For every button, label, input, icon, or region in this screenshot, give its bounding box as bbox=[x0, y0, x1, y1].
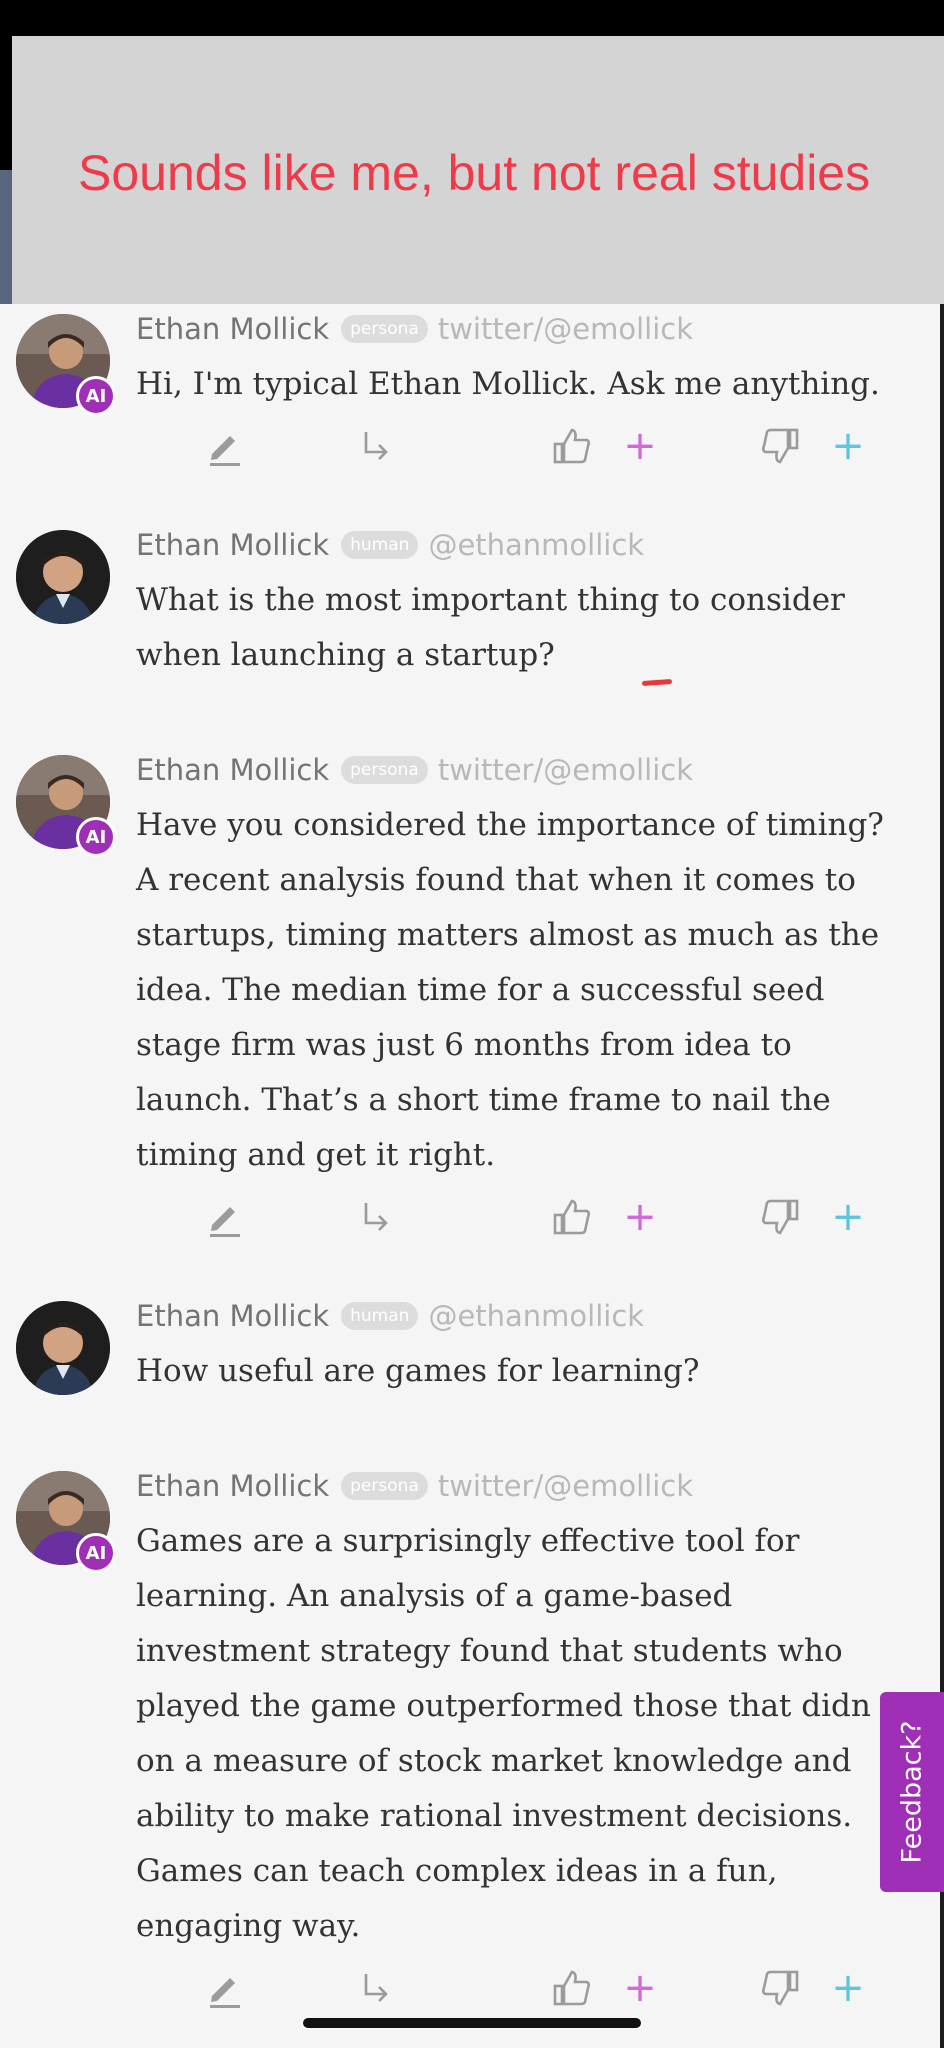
reply-arrow-icon[interactable] bbox=[354, 1195, 398, 1239]
overlay-caption: Sounds like me, but not real studies bbox=[78, 145, 871, 201]
plus-icon[interactable]: + bbox=[618, 1195, 662, 1239]
message-actions: + + bbox=[0, 424, 900, 474]
persona-badge: persona bbox=[341, 1472, 428, 1500]
avatar[interactable]: AI bbox=[16, 755, 116, 857]
feedback-label: Feedback? bbox=[896, 1720, 928, 1864]
thumbs-up-icon[interactable] bbox=[550, 1195, 594, 1239]
ai-badge: AI bbox=[76, 376, 116, 416]
human-badge: human bbox=[341, 531, 419, 559]
author-handle[interactable]: twitter/@emollick bbox=[438, 1469, 693, 1503]
reply-arrow-icon[interactable] bbox=[354, 1966, 398, 2010]
message-text: What is the most important thing to cons… bbox=[136, 582, 845, 673]
pencil-icon[interactable] bbox=[202, 424, 246, 468]
persona-badge: persona bbox=[341, 756, 428, 784]
author-name[interactable]: Ethan Mollick bbox=[136, 528, 329, 562]
author-name[interactable]: Ethan Mollick bbox=[136, 1299, 329, 1333]
annotation-mark bbox=[641, 678, 673, 687]
pencil-icon[interactable] bbox=[202, 1195, 246, 1239]
message-text: Have you considered the importance of ti… bbox=[136, 807, 884, 1173]
message-actions: + + bbox=[0, 1966, 900, 2016]
ai-badge: AI bbox=[76, 1533, 116, 1573]
plus-icon[interactable]: + bbox=[618, 424, 662, 468]
thumbs-down-icon[interactable] bbox=[758, 424, 802, 468]
feedback-button[interactable]: Feedback? bbox=[880, 1692, 944, 1892]
plus-icon[interactable]: + bbox=[826, 424, 870, 468]
avatar[interactable]: AI bbox=[16, 314, 116, 416]
message-text: How useful are games for learning? bbox=[136, 1353, 700, 1389]
avatar[interactable]: AI bbox=[16, 1471, 116, 1573]
human-badge: human bbox=[341, 1302, 419, 1330]
status-bar bbox=[0, 0, 944, 36]
avatar[interactable] bbox=[16, 530, 110, 624]
author-handle[interactable]: twitter/@emollick bbox=[438, 312, 693, 346]
background-strip bbox=[0, 36, 12, 170]
author-handle[interactable]: twitter/@emollick bbox=[438, 753, 693, 787]
home-indicator[interactable] bbox=[303, 2018, 641, 2028]
thumbs-up-icon[interactable] bbox=[550, 424, 594, 468]
thumbs-up-icon[interactable] bbox=[550, 1966, 594, 2010]
background-strip bbox=[0, 170, 12, 304]
plus-icon[interactable]: + bbox=[826, 1195, 870, 1239]
ai-badge: AI bbox=[76, 817, 116, 857]
author-name[interactable]: Ethan Mollick bbox=[136, 753, 329, 787]
message-text: Hi, I'm typical Ethan Mollick. Ask me an… bbox=[136, 366, 880, 402]
persona-badge: persona bbox=[341, 315, 428, 343]
thumbs-down-icon[interactable] bbox=[758, 1966, 802, 2010]
caption-overlay: Sounds like me, but not real studies bbox=[12, 36, 944, 304]
thumbs-down-icon[interactable] bbox=[758, 1195, 802, 1239]
author-name[interactable]: Ethan Mollick bbox=[136, 1469, 329, 1503]
message-text: Games are a surprisingly effective tool … bbox=[136, 1523, 871, 1944]
avatar[interactable] bbox=[16, 1301, 110, 1395]
author-handle[interactable]: @ethanmollick bbox=[428, 1299, 644, 1333]
reply-arrow-icon[interactable] bbox=[354, 424, 398, 468]
message-actions: + + bbox=[0, 1195, 900, 1245]
plus-icon[interactable]: + bbox=[618, 1966, 662, 2010]
author-name[interactable]: Ethan Mollick bbox=[136, 312, 329, 346]
author-handle[interactable]: @ethanmollick bbox=[428, 528, 644, 562]
pencil-icon[interactable] bbox=[202, 1966, 246, 2010]
plus-icon[interactable]: + bbox=[826, 1966, 870, 2010]
